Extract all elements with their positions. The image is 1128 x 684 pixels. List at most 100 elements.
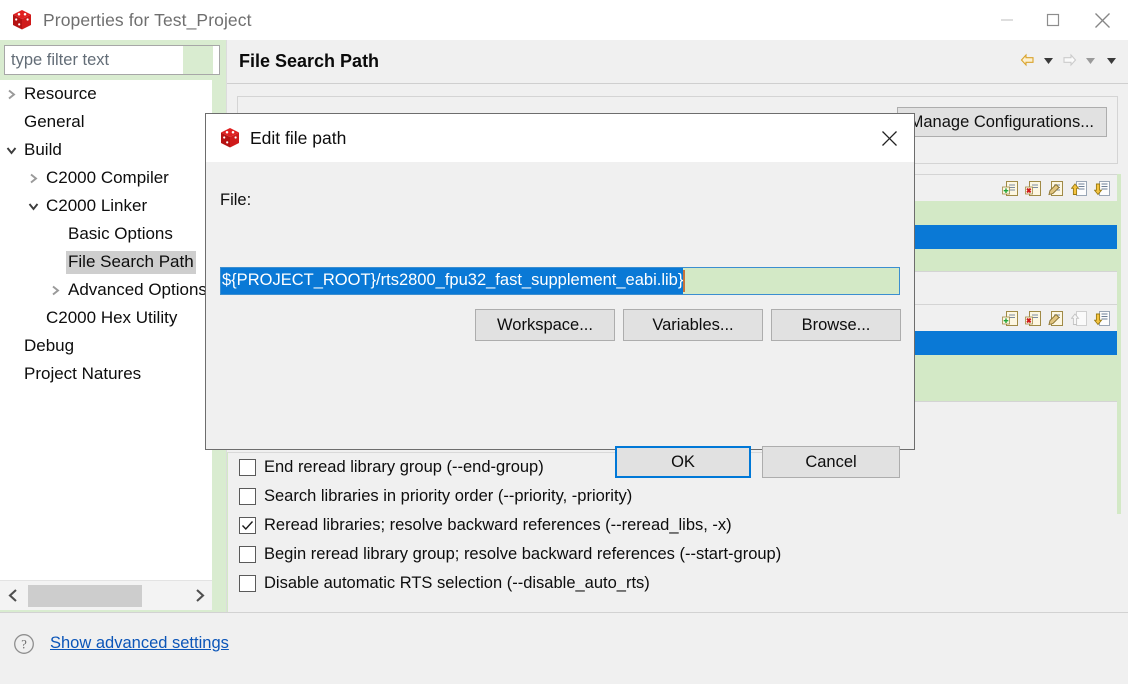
sidebar-item-advanced-options[interactable]: Advanced Options [0,276,212,304]
file-path-input[interactable]: ${PROJECT_ROOT}/rts2800_fpu32_fast_suppl… [220,267,900,295]
back-arrow-icon[interactable] [1018,50,1036,70]
checkbox-unchecked[interactable] [239,575,256,592]
ccs-cube-icon [13,10,31,30]
option-row[interactable]: Search libraries in priority order (--pr… [228,482,890,511]
close-icon [1094,12,1110,28]
chevron-right-icon[interactable] [44,284,66,297]
scrollbar-thumb[interactable] [28,584,142,607]
option-row[interactable]: Begin reread library group; resolve back… [228,540,890,569]
sidebar-item-label: C2000 Hex Utility [46,307,178,327]
chevron-down-icon[interactable] [22,200,44,213]
move-down-icon[interactable] [1094,310,1111,327]
text-caret [683,270,686,292]
chevron-left-icon[interactable] [0,582,26,610]
sidebar-item-c2000-linker[interactable]: C2000 Linker [0,192,212,220]
file-label: File: [220,191,252,209]
sidebar-item-file-search-path[interactable]: File Search Path [0,248,212,276]
chevron-down-icon[interactable] [0,144,22,157]
option-label: Search libraries in priority order (--pr… [264,487,633,505]
maximize-button[interactable] [1030,0,1076,40]
browse-button[interactable]: Browse... [771,309,901,341]
page-header: File Search Path [227,40,1128,84]
file-path-value: ${PROJECT_ROOT}/rts2800_fpu32_fast_suppl… [221,268,684,294]
move-down-icon[interactable] [1094,180,1111,197]
delete-file-icon[interactable] [1025,180,1042,197]
sidebar-item-debug[interactable]: Debug [0,332,212,360]
edit-file-icon[interactable] [1048,310,1065,327]
chevron-right-icon[interactable] [186,582,212,610]
add-file-icon[interactable] [1002,180,1019,197]
page-title: File Search Path [239,51,380,71]
sidebar-item-label: C2000 Compiler [46,167,169,187]
settings-tree[interactable]: Resource General Build C2000 Compiler C2000 … [0,80,212,580]
sidebar-item-label: Build [24,139,62,159]
variables-button[interactable]: Variables... [623,309,763,341]
chevron-right-icon[interactable] [0,88,22,101]
edit-file-icon[interactable] [1048,180,1065,197]
window-title: Properties for Test_Project [43,9,252,30]
dialog-title: Edit file path [250,127,347,148]
sidebar-item-label: Resource [24,83,97,103]
help-question-icon[interactable]: ? [13,633,35,655]
sidebar-item-project-natures[interactable]: Project Natures [0,360,212,388]
sidebar-item-basic-options[interactable]: Basic Options [0,220,212,248]
checkbox-unchecked[interactable] [239,488,256,505]
ccs-cube-icon [221,128,239,148]
option-label: Disable automatic RTS selection (--disab… [264,574,650,592]
sidebar-item-general[interactable]: General [0,108,212,136]
move-up-icon [1071,310,1087,326]
minimize-icon [1001,19,1013,21]
sidebar-panel: Resource General Build C2000 Compiler C2000 … [0,40,226,612]
option-label: Reread libraries; resolve backward refer… [264,516,732,534]
dialog-cancel-button[interactable]: Cancel [762,446,900,478]
option-row[interactable]: Disable automatic RTS selection (--disab… [228,569,890,598]
sidebar-item-build[interactable]: Build [0,136,212,164]
sidebar-item-label: Advanced Options [68,279,207,299]
checkbox-unchecked[interactable] [239,459,256,476]
forward-arrow-icon [1060,50,1078,70]
search-input[interactable] [5,47,183,73]
close-icon [881,130,897,146]
show-advanced-settings-link[interactable]: Show advanced settings [50,634,229,653]
sidebar-item-c2000-hex-utility[interactable]: C2000 Hex Utility [0,304,212,332]
sidebar-item-label: Debug [24,335,75,355]
tree-horizontal-scrollbar[interactable] [0,580,212,610]
navigation-icons [1018,50,1120,70]
close-button[interactable] [1076,0,1128,40]
checkmark-icon [241,521,254,531]
sidebar-item-label: C2000 Linker [46,195,148,215]
window-controls [984,0,1128,40]
sidebar-item-label: General [24,111,85,131]
maximize-icon [1046,13,1060,27]
back-dropdown-icon[interactable] [1039,50,1057,70]
forward-dropdown-icon[interactable] [1081,50,1099,70]
menu-dropdown-icon[interactable] [1102,50,1120,70]
title-bar: Properties for Test_Project [0,0,1128,40]
dialog-close-button[interactable] [864,114,914,162]
sidebar-item-label: Basic Options [68,223,173,243]
dialog-button-bar: ? Show advanced settings Apply and Close… [0,612,1128,684]
manage-configurations-button[interactable]: Manage Configurations... [896,107,1107,137]
move-up-icon[interactable] [1071,180,1088,197]
checkbox-unchecked[interactable] [239,546,256,563]
ok-button[interactable]: OK [615,446,751,478]
add-file-icon[interactable] [1002,310,1019,327]
filter-field-wrapper[interactable] [4,45,220,75]
option-row[interactable]: Reread libraries; resolve backward refer… [228,511,890,540]
chevron-right-icon[interactable] [22,172,44,185]
dialog-body: File: ${PROJECT_ROOT}/rts2800_fpu32_fast… [206,162,914,478]
workspace-button[interactable]: Workspace... [475,309,615,341]
properties-dialog-window: Properties for Test_Project type filter … [0,0,1128,684]
panel-green-accent [1117,174,1121,514]
dialog-title-bar: Edit file path [206,114,914,162]
sidebar-item-label: File Search Path [66,250,196,274]
filter-clear-icon[interactable] [183,46,213,74]
sidebar-item-resource[interactable]: Resource [0,80,212,108]
sidebar-item-c2000-compiler[interactable]: C2000 Compiler [0,164,212,192]
delete-file-icon[interactable] [1025,310,1042,327]
edit-file-path-dialog: Edit file path File: ${PROJECT_ROOT}/rts… [205,113,915,478]
minimize-button[interactable] [984,0,1030,40]
checkbox-checked[interactable] [239,517,256,534]
sidebar-item-label: Project Natures [24,363,142,383]
svg-text:?: ? [21,638,27,652]
